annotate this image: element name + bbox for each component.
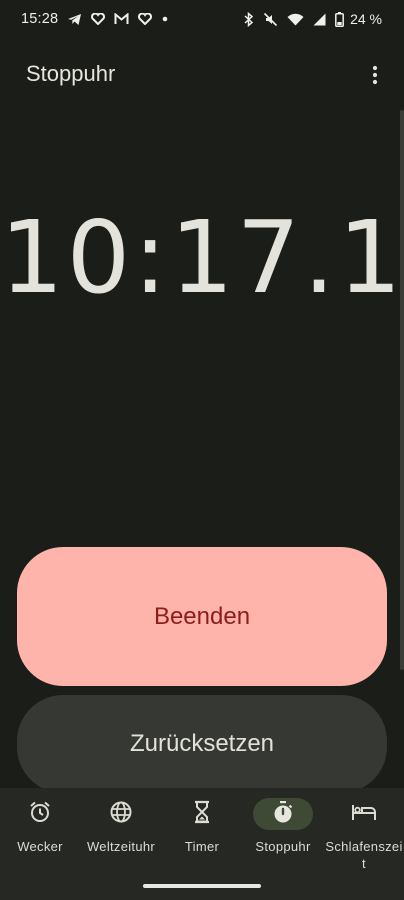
status-left: 15:28 (21, 11, 169, 27)
reset-button-label: Zurücksetzen (129, 730, 275, 757)
gesture-bar[interactable] (143, 884, 261, 888)
stopwatch-screen: 15:28 24 % Stoppuhr 10:17.1 Beenden Zurü… (0, 0, 404, 900)
stop-button[interactable]: Beenden (17, 547, 387, 686)
nav-label: Weltzeituhr (86, 839, 156, 854)
nav-item-bedtime[interactable]: Schlafenszeit (324, 798, 404, 872)
nav-pill (91, 798, 151, 830)
nav-label: Stoppuhr (255, 839, 311, 854)
page-title: Stoppuhr (26, 61, 116, 86)
scroll-indicator[interactable] (400, 110, 404, 670)
dot-icon (161, 15, 169, 23)
gmail-icon (114, 13, 129, 25)
telegram-icon (67, 13, 82, 26)
bluetooth-icon (244, 11, 254, 27)
nav-label: Schlafenszeit (325, 839, 403, 871)
stop-button-label: Beenden (153, 602, 251, 630)
status-time: 15:28 (21, 11, 59, 27)
nav-item-world-clock[interactable]: Weltzeituhr (81, 798, 161, 855)
stopwatch-icon (271, 800, 295, 829)
nav-pill (334, 798, 394, 830)
hourglass-icon (192, 800, 212, 829)
wifi-icon (287, 13, 304, 26)
app-bar: Stoppuhr (0, 52, 404, 98)
battery-percent: 24 % (350, 11, 382, 27)
alarm-clock-icon (28, 800, 52, 829)
nav-item-timer[interactable]: Timer (162, 798, 242, 855)
nav-item-stopwatch[interactable]: Stoppuhr (243, 798, 323, 855)
battery-icon (335, 11, 345, 27)
nav-label: Wecker (17, 839, 63, 854)
nav-item-alarm[interactable]: Wecker (0, 798, 80, 855)
status-right: 24 % (244, 11, 382, 27)
bed-icon (351, 802, 377, 827)
nav-pill (172, 798, 232, 830)
globe-icon (109, 800, 133, 829)
stopwatch-time: 10:17.13 (0, 199, 404, 316)
heart-app-icon (138, 13, 153, 25)
status-bar: 15:28 24 % (0, 0, 404, 38)
nav-pill-active (253, 798, 313, 830)
nav-label: Timer (184, 839, 220, 854)
nav-pill (10, 798, 70, 830)
more-vert-icon[interactable] (360, 58, 390, 92)
heart-app-icon (91, 13, 106, 25)
signal-icon (313, 13, 326, 26)
mute-icon (263, 12, 278, 27)
reset-button[interactable]: Zurücksetzen (17, 695, 387, 793)
